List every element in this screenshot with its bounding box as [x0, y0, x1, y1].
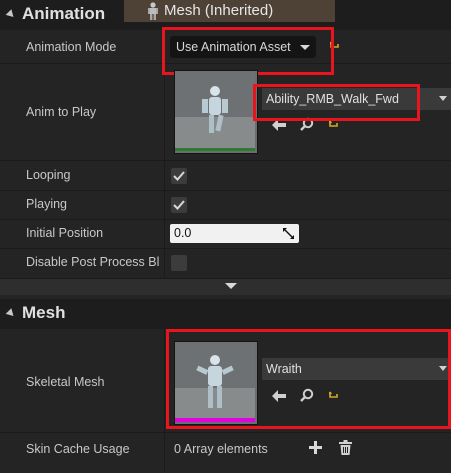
mesh-section-header[interactable]: Mesh [0, 299, 451, 329]
anim-thumbnail[interactable] [174, 70, 258, 154]
drag-handle-icon [283, 228, 294, 239]
highlight-box [253, 84, 420, 121]
playing-label: Playing [26, 197, 67, 211]
trash-icon[interactable] [339, 440, 352, 455]
disable-post-process-checkbox[interactable] [171, 255, 187, 271]
mesh-inherited-tab[interactable]: Mesh (Inherited) [124, 0, 335, 22]
looping-label: Looping [26, 168, 71, 182]
initial-position-field[interactable]: 0.0 [170, 224, 299, 243]
chevron-down-icon [225, 283, 237, 289]
person-icon [148, 2, 158, 20]
looping-checkbox[interactable] [171, 168, 187, 184]
section-title: Mesh [22, 303, 66, 322]
disable-post-process-label: Disable Post Process Bl [26, 255, 160, 269]
anim-to-play-label: Anim to Play [26, 105, 97, 119]
playing-checkbox[interactable] [171, 197, 187, 213]
advanced-expander[interactable] [0, 279, 451, 295]
skeletal-mesh-label: Skeletal Mesh [26, 375, 105, 389]
plus-icon[interactable] [309, 441, 322, 454]
highlight-box [166, 329, 451, 429]
section-title: Animation [22, 4, 106, 23]
reset-arrow-icon[interactable] [329, 120, 339, 130]
initial-position-value: 0.0 [174, 226, 192, 240]
skin-cache-usage-label: Skin Cache Usage [26, 442, 130, 456]
checkmark-icon [173, 200, 185, 210]
animation-section-header[interactable]: Animation Mesh (Inherited) [0, 0, 451, 30]
checkmark-icon [173, 171, 185, 181]
triangle-down-icon [5, 9, 17, 20]
triangle-down-icon [5, 308, 17, 319]
initial-position-label: Initial Position [26, 226, 104, 240]
character-icon [175, 71, 255, 151]
skin-cache-array-count: 0 Array elements [174, 442, 268, 456]
mesh-tab-label: Mesh (Inherited) [164, 2, 274, 19]
highlight-box [162, 27, 334, 75]
animation-mode-label: Animation Mode [26, 40, 117, 54]
chevron-down-icon [439, 96, 447, 101]
